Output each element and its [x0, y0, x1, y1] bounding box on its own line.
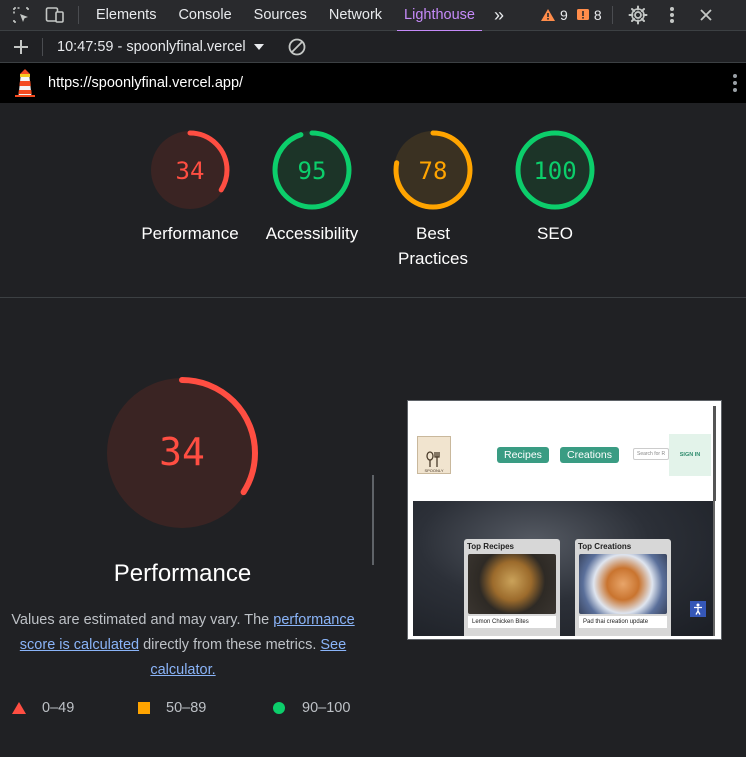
site-search: Search for R	[633, 448, 669, 460]
issue-count: 8	[593, 7, 602, 23]
warning-icon	[541, 9, 556, 21]
site-card-top-creations: Top Creations Pad thai creation update	[575, 539, 671, 636]
clear-reports-icon[interactable]	[286, 36, 308, 58]
report-selector-label: 10:47:59 - spoonlyfinal.vercel	[57, 38, 246, 55]
issues-badge[interactable]: 8	[576, 7, 602, 23]
warnings-badge[interactable]: 9	[540, 7, 568, 23]
tab-console[interactable]: Console	[167, 0, 242, 31]
section-divider	[0, 297, 746, 298]
gauge-label: SEO	[537, 224, 573, 243]
gauge-best-practices[interactable]: 78 Best Practices	[373, 128, 493, 271]
gauge-score: 95	[298, 157, 327, 185]
issue-icon	[576, 9, 589, 20]
vertical-divider	[372, 475, 374, 565]
toolbar-divider	[611, 6, 613, 24]
legend-label: 50–89	[166, 700, 207, 716]
gauge-ring: 78	[393, 130, 473, 210]
site-scrollbar	[713, 406, 716, 501]
site-hero: Top Recipes Lemon Chicken Bites Top Crea…	[413, 501, 715, 636]
site-logo: SPOONLY	[417, 436, 451, 474]
tab-network[interactable]: Network	[318, 0, 393, 31]
score-legend: 0–49 50–89 90–100	[0, 700, 370, 728]
dish-image	[579, 554, 667, 614]
warning-count: 9	[560, 7, 568, 23]
performance-big-gauge: 34	[104, 375, 260, 531]
site-card-top-recipes: Top Recipes Lemon Chicken Bites	[464, 539, 560, 636]
gauge-label: Performance	[141, 224, 239, 243]
gauge-score: 100	[533, 157, 576, 185]
toolbar-divider	[42, 37, 43, 56]
gauge-accessibility[interactable]: 95 Accessibility	[252, 128, 372, 246]
chevron-down-icon	[253, 43, 264, 50]
performance-description: Values are estimated and may vary. The p…	[8, 608, 358, 683]
performance-big-score: 34	[159, 430, 205, 474]
legend-label: 90–100	[302, 700, 351, 716]
more-tabs-button[interactable]: »	[486, 0, 512, 31]
tab-sources[interactable]: Sources	[243, 0, 318, 31]
lighthouse-report-toolbar: 10:47:59 - spoonlyfinal.vercel	[0, 31, 746, 63]
report-selector[interactable]: 10:47:59 - spoonlyfinal.vercel	[57, 39, 264, 55]
toolbar-divider	[78, 6, 79, 24]
report-url-bar: https://spoonlyfinal.vercel.app/	[0, 63, 746, 103]
site-nav-recipes: Recipes	[497, 447, 549, 463]
site-scrollbar-track	[713, 501, 715, 636]
legend-fail: 0–49	[12, 700, 74, 716]
site-sign-in: SIGN IN	[669, 434, 711, 476]
gauge-score: 78	[419, 157, 448, 185]
site-header: SPOONLY Recipes Creations Search for R S…	[413, 406, 716, 501]
gauge-score: 34	[176, 157, 205, 185]
gauge-performance[interactable]: 34 Performance	[130, 128, 250, 246]
url-bar-more-icon[interactable]	[732, 73, 738, 98]
legend-label: 0–49	[42, 700, 75, 716]
inspect-element-icon[interactable]	[10, 4, 32, 26]
gauge-ring: 95	[272, 130, 352, 210]
lighthouse-logo-icon	[14, 68, 36, 98]
close-devtools-icon[interactable]	[695, 4, 717, 26]
circle-icon	[273, 702, 285, 714]
tab-lighthouse[interactable]: Lighthouse	[393, 0, 486, 32]
more-options-kebab-icon[interactable]	[661, 4, 683, 26]
dish-image	[468, 554, 556, 614]
gauge-label: Best Practices	[398, 224, 468, 268]
gauge-ring: 100	[515, 130, 595, 210]
gauge-label: Accessibility	[265, 224, 359, 243]
final-screenshot-thumbnail[interactable]: SPOONLY Recipes Creations Search for R S…	[407, 400, 722, 640]
tab-elements[interactable]: Elements	[85, 0, 167, 31]
description-text: Values are estimated and may vary. The	[11, 612, 274, 628]
devtools-tab-strip: Elements Console Sources Network Lightho…	[0, 0, 746, 32]
gauge-seo[interactable]: 100 SEO	[495, 128, 615, 246]
device-toolbar-icon[interactable]	[44, 4, 66, 26]
triangle-icon	[12, 702, 26, 714]
gauge-ring: 34	[150, 130, 230, 210]
accessibility-widget-icon	[690, 601, 706, 617]
square-icon	[138, 702, 150, 714]
new-report-plus-icon[interactable]	[10, 36, 32, 58]
legend-pass: 90–100	[272, 700, 350, 716]
settings-gear-icon[interactable]	[627, 4, 649, 26]
legend-average: 50–89	[138, 700, 206, 716]
performance-title: Performance	[113, 560, 252, 587]
report-url[interactable]: https://spoonlyfinal.vercel.app/	[48, 75, 243, 91]
site-nav-creations: Creations	[560, 447, 619, 463]
description-text-2: directly from these metrics.	[139, 637, 321, 653]
